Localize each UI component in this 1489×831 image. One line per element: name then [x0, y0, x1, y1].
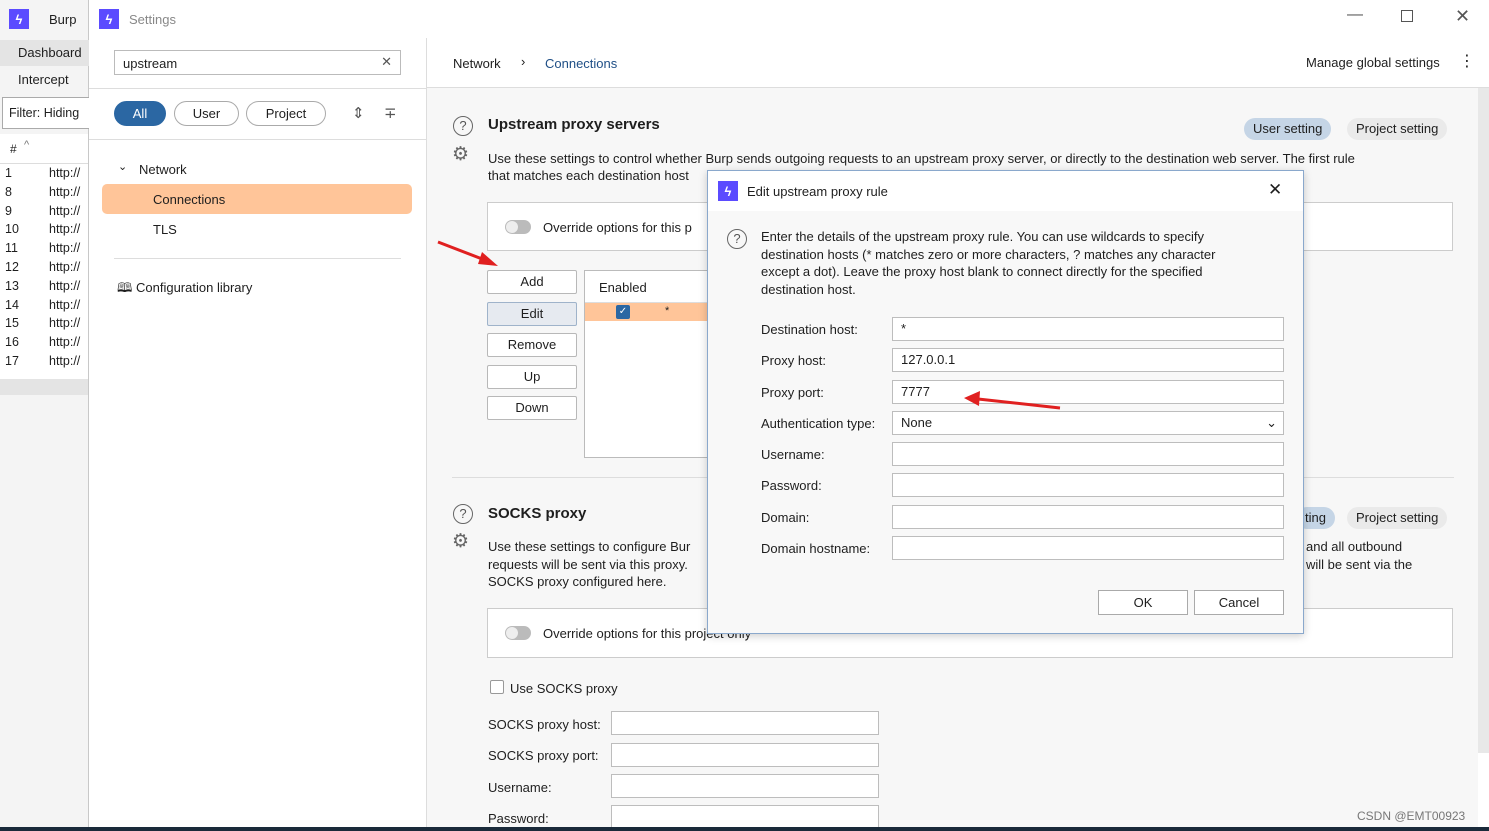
arrow-to-port — [977, 397, 1061, 410]
arrow-head — [964, 391, 980, 406]
watermark: CSDN @EMT00923 — [1357, 809, 1466, 823]
taskbar-edge — [0, 827, 1489, 831]
arrow-head — [478, 252, 498, 266]
annotation-arrows — [437, 240, 1061, 410]
